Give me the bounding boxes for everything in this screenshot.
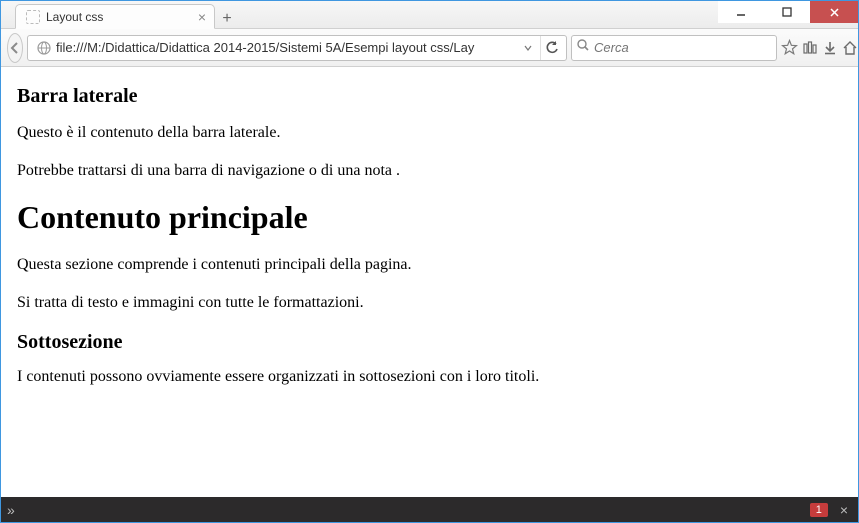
browser-tab[interactable]: Layout css × xyxy=(15,4,215,29)
aside-paragraph-1: Questo è il contenuto della barra latera… xyxy=(17,122,842,144)
aside-paragraph-2: Potrebbe trattarsi di una barra di navig… xyxy=(17,160,842,182)
tab-close-button[interactable]: × xyxy=(198,9,206,25)
url-history-dropdown[interactable] xyxy=(520,44,536,52)
aside-heading: Barra laterale xyxy=(17,85,842,108)
window-close-button[interactable] xyxy=(810,1,858,23)
subsection-heading: Sottosezione xyxy=(17,331,842,354)
tab-title: Layout css xyxy=(46,10,192,24)
page-content: Barra laterale Questo è il contenuto del… xyxy=(1,67,858,497)
url-input[interactable] xyxy=(56,40,520,55)
favicon-placeholder-icon xyxy=(26,10,40,24)
main-paragraph-1: Questa sezione comprende i contenuti pri… xyxy=(17,254,842,276)
nav-toolbar xyxy=(1,29,858,67)
devtools-close-button[interactable]: × xyxy=(836,502,852,518)
reload-button[interactable] xyxy=(540,36,562,60)
bookmark-star-button[interactable] xyxy=(781,34,798,62)
devtools-expand-button[interactable]: » xyxy=(7,502,15,518)
titlebar: Layout css × + xyxy=(1,1,858,29)
downloads-button[interactable] xyxy=(822,34,838,62)
search-input[interactable] xyxy=(594,40,772,55)
main-heading: Contenuto principale xyxy=(17,199,842,236)
window-buttons xyxy=(718,1,858,23)
search-bar[interactable] xyxy=(571,35,777,61)
main-paragraph-2: Si tratta di testo e immagini con tutte … xyxy=(17,292,842,314)
error-count-badge[interactable]: 1 xyxy=(810,503,828,517)
page-identity-icon[interactable] xyxy=(36,40,52,56)
new-tab-button[interactable]: + xyxy=(215,10,239,28)
window-minimize-button[interactable] xyxy=(718,1,764,23)
devtools-bar: » 1 × xyxy=(1,497,858,522)
browser-window: Layout css × + xyxy=(0,0,859,523)
subsection-paragraph-1: I contenuti possono ovviamente essere or… xyxy=(17,366,842,388)
address-bar[interactable] xyxy=(27,35,567,61)
window-maximize-button[interactable] xyxy=(764,1,810,23)
home-button[interactable] xyxy=(842,34,858,62)
back-button[interactable] xyxy=(7,33,23,63)
search-icon xyxy=(576,38,590,57)
library-button[interactable] xyxy=(802,34,818,62)
